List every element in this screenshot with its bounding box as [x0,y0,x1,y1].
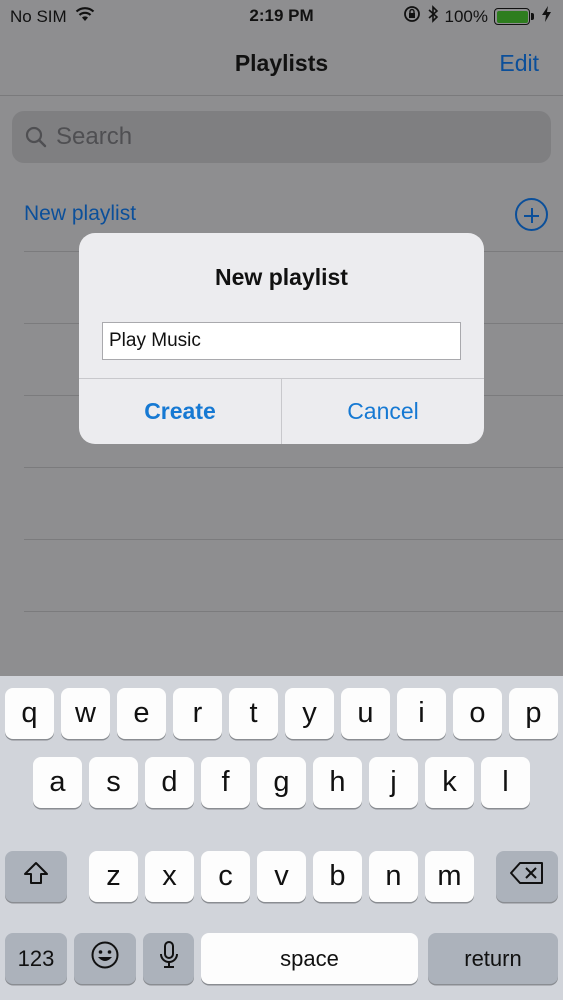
new-playlist-item[interactable]: New playlist [24,202,136,226]
key-d[interactable]: d [145,757,194,808]
key-x[interactable]: x [145,851,194,902]
numbers-key[interactable]: 123 [5,933,67,984]
orientation-lock-icon [403,5,421,28]
new-playlist-dialog: New playlist Create Cancel [79,233,484,444]
dialog-title: New playlist [215,264,348,290]
playlist-name-input[interactable] [102,322,461,360]
create-button[interactable]: Create [79,379,281,444]
key-l[interactable]: l [481,757,530,808]
backspace-icon [509,860,545,893]
delete-key[interactable] [496,851,558,902]
key-q[interactable]: q [5,688,54,739]
key-w[interactable]: w [61,688,110,739]
battery-icon [494,8,534,25]
key-h[interactable]: h [313,757,362,808]
status-bar: No SIM 2:19 PM 100% [0,0,563,32]
space-key[interactable]: space [201,933,418,984]
emoji-icon [90,940,120,978]
keyboard: q w e r t y u i o p a s d f g h j k l z … [0,676,563,1000]
shift-arrow-icon [22,860,50,894]
key-o[interactable]: o [453,688,502,739]
key-b[interactable]: b [313,851,362,902]
list-divider [24,539,563,540]
key-e[interactable]: e [117,688,166,739]
dictation-key[interactable] [143,933,194,984]
search-placeholder: Search [56,123,133,150]
microphone-icon [159,940,179,978]
return-key[interactable]: return [428,933,558,984]
key-f[interactable]: f [201,757,250,808]
key-n[interactable]: n [369,851,418,902]
add-playlist-icon[interactable] [515,198,548,231]
key-k[interactable]: k [425,757,474,808]
key-i[interactable]: i [397,688,446,739]
battery-fill [496,10,528,23]
key-p[interactable]: p [509,688,558,739]
search-icon [24,125,48,154]
key-a[interactable]: a [33,757,82,808]
navigation-bar: Playlists Edit [0,32,563,96]
charging-bolt-icon [542,6,551,27]
emoji-key[interactable] [74,933,136,984]
key-t[interactable]: t [229,688,278,739]
shift-key[interactable] [5,851,67,902]
key-z[interactable]: z [89,851,138,902]
key-r[interactable]: r [173,688,222,739]
bluetooth-icon [427,5,439,28]
key-m[interactable]: m [425,851,474,902]
key-v[interactable]: v [257,851,306,902]
page-title: Playlists [234,50,329,76]
key-u[interactable]: u [341,688,390,739]
list-divider [24,611,563,612]
key-j[interactable]: j [369,757,418,808]
key-c[interactable]: c [201,851,250,902]
list-divider [24,467,563,468]
key-s[interactable]: s [89,757,138,808]
edit-button[interactable]: Edit [499,50,539,77]
key-g[interactable]: g [257,757,306,808]
cancel-button[interactable]: Cancel [282,379,484,444]
battery-percent: 100% [444,6,488,26]
key-y[interactable]: y [285,688,334,739]
search-bar[interactable]: Search [12,111,551,163]
